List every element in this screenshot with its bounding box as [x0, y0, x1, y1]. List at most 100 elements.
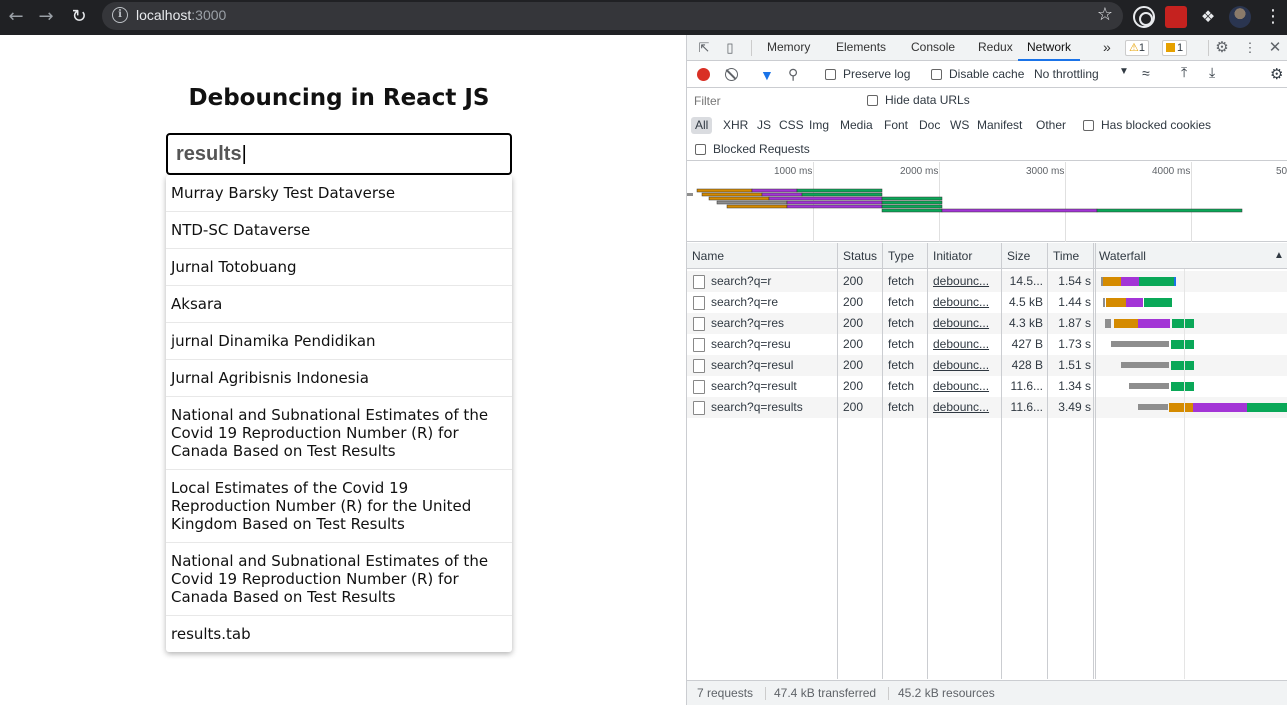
- column-divider: [1093, 243, 1094, 679]
- sort-ascending-icon[interactable]: ▲: [1269, 243, 1284, 269]
- request-initiator[interactable]: debounc...: [933, 334, 997, 355]
- profile-avatar[interactable]: [1229, 6, 1251, 28]
- forward-arrow-icon[interactable]: →: [34, 5, 58, 29]
- column-divider: [1095, 243, 1096, 679]
- table-row[interactable]: search?q=re 200 fetch debounc... 4.5 kB 1.44 …: [687, 292, 1287, 313]
- filter-type-all[interactable]: All: [691, 117, 713, 134]
- extension-record-icon[interactable]: [1133, 6, 1155, 28]
- waterfall-bar-download: [1171, 361, 1194, 370]
- device-toolbar-icon[interactable]: ▯: [722, 40, 738, 56]
- tab-network[interactable]: Network: [1018, 35, 1081, 61]
- result-item[interactable]: jurnal Dinamika Pendidikan: [166, 323, 512, 360]
- close-devtools-icon[interactable]: ✕: [1267, 40, 1283, 56]
- request-initiator[interactable]: debounc...: [933, 313, 997, 334]
- result-item[interactable]: Aksara: [166, 286, 512, 323]
- issues-badge[interactable]: 1: [1162, 40, 1188, 56]
- result-item[interactable]: Jurnal Totobuang: [166, 249, 512, 286]
- request-type: fetch: [888, 337, 915, 351]
- request-initiator[interactable]: debounc...: [933, 397, 997, 418]
- request-initiator[interactable]: debounc...: [933, 355, 997, 376]
- table-row[interactable]: search?q=r 200 fetch debounc... 14.5... 1.54 …: [687, 271, 1287, 292]
- request-name: search?q=resul: [711, 358, 794, 372]
- result-item[interactable]: National and Subnational Estimates of th…: [166, 397, 512, 470]
- filter-type-ws[interactable]: WS: [950, 117, 969, 134]
- network-settings-gear-icon[interactable]: ⚙: [1270, 65, 1283, 83]
- table-row[interactable]: search?q=results 200 fetch debounc... 11.6..…: [687, 397, 1287, 418]
- tab-redux[interactable]: Redux: [978, 35, 1013, 61]
- import-har-icon[interactable]: ⤒: [1181, 64, 1187, 81]
- devtools-menu-icon[interactable]: ⋮: [1242, 40, 1258, 56]
- result-item[interactable]: results.tab: [166, 616, 512, 652]
- export-har-icon[interactable]: ⤓: [1209, 64, 1215, 81]
- column-header-name[interactable]: Name: [687, 243, 724, 269]
- column-header-time[interactable]: Time: [1048, 243, 1079, 269]
- result-item[interactable]: Jurnal Agribisnis Indonesia: [166, 360, 512, 397]
- request-size: 14.5...: [1009, 274, 1043, 288]
- request-initiator[interactable]: debounc...: [933, 292, 997, 313]
- filter-type-xhr[interactable]: XHR: [723, 117, 748, 134]
- table-row[interactable]: search?q=resul 200 fetch debounc... 428 B 1.5…: [687, 355, 1287, 376]
- document-icon: [693, 359, 705, 373]
- request-type: fetch: [888, 316, 915, 330]
- search-input[interactable]: results|: [166, 133, 512, 175]
- reload-icon[interactable]: ↻: [67, 5, 91, 29]
- site-info-icon[interactable]: i: [112, 7, 128, 23]
- filter-type-other[interactable]: Other: [1036, 117, 1066, 134]
- filter-type-media[interactable]: Media: [840, 117, 873, 134]
- extension-red-icon[interactable]: [1165, 6, 1187, 28]
- tab-memory[interactable]: Memory: [767, 35, 810, 61]
- column-header-waterfall[interactable]: Waterfall: [1094, 243, 1146, 269]
- extensions-puzzle-icon[interactable]: ❖: [1197, 6, 1219, 28]
- request-initiator[interactable]: debounc...: [933, 271, 997, 292]
- bookmark-star-icon[interactable]: ☆: [1097, 4, 1113, 25]
- hide-data-urls-checkbox[interactable]: [867, 95, 878, 106]
- preserve-log-checkbox[interactable]: [825, 69, 836, 80]
- filter-funnel-icon[interactable]: ▼: [760, 67, 774, 83]
- back-arrow-icon[interactable]: ←: [4, 5, 28, 29]
- filter-input[interactable]: [690, 92, 855, 110]
- filter-type-img[interactable]: Img: [809, 117, 829, 134]
- search-icon[interactable]: ⚲: [788, 66, 798, 83]
- disable-cache-checkbox[interactable]: [931, 69, 942, 80]
- filter-type-font[interactable]: Font: [884, 117, 908, 134]
- column-divider: [882, 243, 883, 679]
- table-row[interactable]: search?q=resu 200 fetch debounc... 427 B 1.73…: [687, 334, 1287, 355]
- column-header-type[interactable]: Type: [883, 243, 914, 269]
- blocked-requests-checkbox[interactable]: [695, 144, 706, 155]
- browser-menu-icon[interactable]: ⋮: [1262, 6, 1284, 28]
- settings-gear-icon[interactable]: ⚙: [1214, 40, 1230, 56]
- filter-type-manifest[interactable]: Manifest: [977, 117, 1022, 134]
- waterfall-bar-waiting: [1138, 404, 1168, 410]
- table-row[interactable]: search?q=res 200 fetch debounc... 4.3 kB 1.87…: [687, 313, 1287, 334]
- network-conditions-icon[interactable]: ≈: [1142, 65, 1150, 81]
- result-item[interactable]: Local Estimates of the Covid 19 Reproduc…: [166, 470, 512, 543]
- inspect-element-icon[interactable]: ⇱: [696, 40, 712, 56]
- column-header-size[interactable]: Size: [1002, 243, 1030, 269]
- result-item[interactable]: NTD-SC Dataverse: [166, 212, 512, 249]
- more-tabs-icon[interactable]: »: [1103, 35, 1111, 61]
- column-header-status[interactable]: Status: [838, 243, 877, 269]
- transferred-size: 47.4 kB transferred: [774, 686, 877, 700]
- chevron-down-icon[interactable]: ▼: [1119, 66, 1129, 77]
- result-item[interactable]: National and Subnational Estimates of th…: [166, 543, 512, 616]
- resources-size: 45.2 kB resources: [898, 686, 995, 700]
- filter-type-css[interactable]: CSS: [779, 117, 804, 134]
- table-row[interactable]: search?q=result 200 fetch debounc... 11.6...…: [687, 376, 1287, 397]
- column-header-initiator[interactable]: Initiator: [928, 243, 972, 269]
- column-divider: [837, 243, 838, 679]
- filter-type-js[interactable]: JS: [757, 117, 771, 134]
- request-time: 3.49 s: [1058, 400, 1091, 414]
- clear-icon[interactable]: [725, 68, 738, 81]
- address-bar[interactable]: i localhost:3000 ☆: [102, 2, 1123, 30]
- has-blocked-cookies-checkbox[interactable]: [1083, 120, 1094, 131]
- record-icon[interactable]: [697, 68, 710, 81]
- tab-console[interactable]: Console: [911, 35, 955, 61]
- warnings-badge[interactable]: ⚠1: [1125, 40, 1149, 56]
- waterfall-bar-ssl: [1121, 277, 1139, 286]
- throttling-select[interactable]: No throttling: [1034, 67, 1099, 81]
- filter-type-doc[interactable]: Doc: [919, 117, 940, 134]
- request-initiator[interactable]: debounc...: [933, 376, 997, 397]
- result-item[interactable]: Murray Barsky Test Dataverse: [166, 175, 512, 212]
- tab-elements[interactable]: Elements: [836, 35, 886, 61]
- request-time: 1.44 s: [1058, 295, 1091, 309]
